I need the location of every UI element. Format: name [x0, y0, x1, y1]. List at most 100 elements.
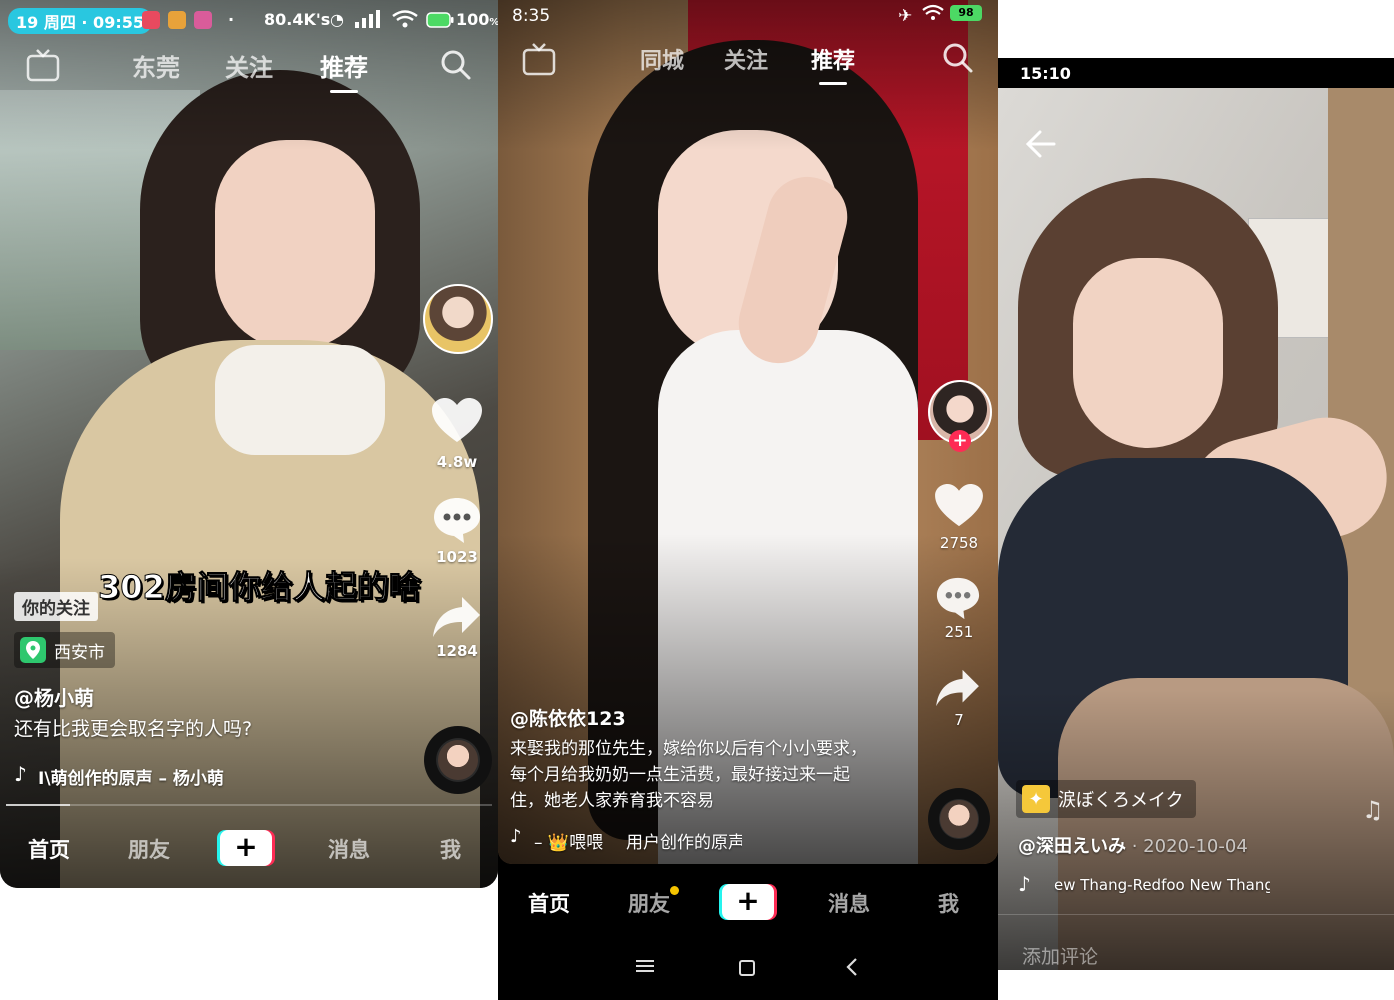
video-description: 来娶我的那位先生，嫁给你以后有个小小要求，每个月给我奶奶一点生活费，最好接过来一…	[510, 739, 867, 811]
video-overlay-text: 302房间你给人起的啥	[98, 568, 422, 607]
nav-friends[interactable]: 朋友	[628, 888, 670, 918]
comment-input[interactable]: 添加评论	[1022, 942, 1098, 969]
tab-recommend[interactable]: 推荐	[320, 48, 368, 93]
like-count: 4.8w	[436, 453, 478, 471]
app-notification-icon	[194, 11, 212, 29]
live-icon[interactable]	[522, 42, 556, 76]
creator-handle[interactable]: @杨小萌	[14, 682, 94, 711]
music-title[interactable]: 用户创作的原声	[626, 828, 742, 853]
tab-underline	[330, 90, 358, 93]
music-note-icon[interactable]: ♫	[1362, 796, 1384, 824]
creator-handle-text: @深田えいみ	[1018, 836, 1126, 857]
post-date: · 2020-10-04	[1126, 836, 1248, 857]
battery-icon	[426, 12, 454, 32]
nav-friends[interactable]: 朋友	[128, 834, 170, 864]
nav-messages[interactable]: 消息	[328, 834, 370, 864]
airplane-icon: ✈	[898, 6, 913, 26]
phone-screen-2: 8:35 ✈ 98 同城 关注 推荐 + 2758 251 7 @陈依依123 …	[498, 0, 998, 1000]
status-time: 8:35	[512, 6, 551, 26]
music-artist: – 👑喂喂	[534, 833, 604, 853]
tab-recommend-label: 推荐	[811, 49, 856, 74]
share-icon[interactable]	[935, 668, 981, 712]
location-label: 西安市	[54, 642, 105, 663]
location-chip[interactable]: 西安市	[14, 632, 115, 668]
progress-track[interactable]	[6, 804, 492, 806]
lace-collar	[215, 345, 385, 455]
tiktok-music-icon: ♪	[1018, 872, 1031, 896]
wifi-icon	[392, 10, 418, 32]
heart-icon[interactable]	[432, 398, 482, 448]
network-speed: 80.4K's	[264, 10, 331, 29]
plus-icon: +	[220, 830, 272, 866]
progress-fill	[6, 804, 70, 806]
friends-unread-dot	[670, 886, 679, 895]
nav-home[interactable]: 首页	[28, 834, 70, 864]
app-notification-icon	[142, 11, 160, 29]
back-chevron-icon[interactable]	[846, 958, 858, 980]
location-pin-icon	[20, 637, 46, 663]
status-bar: 15:10	[998, 58, 1394, 88]
search-icon[interactable]	[942, 42, 974, 74]
music-disc[interactable]	[928, 788, 990, 850]
music-cover	[940, 800, 978, 838]
menu-icon[interactable]	[636, 958, 654, 978]
comment-icon[interactable]	[935, 576, 981, 624]
face-shape	[1073, 258, 1223, 448]
tab-recommend-label: 推荐	[320, 54, 368, 82]
tab-nearby[interactable]: 同城	[640, 43, 684, 75]
tab-city[interactable]: 东莞	[132, 48, 180, 83]
wifi-icon	[922, 4, 944, 27]
effect-label: 涙ぼくろメイク	[1058, 790, 1184, 811]
nav-home[interactable]: 首页	[528, 888, 570, 918]
live-icon[interactable]	[26, 48, 60, 82]
signal-icon	[355, 10, 381, 32]
creator-handle[interactable]: @陈依依123	[510, 704, 626, 731]
following-tag: 你的关注	[14, 592, 98, 621]
home-square-icon[interactable]	[739, 960, 755, 976]
phone-screen-1: 19 周四 · 09:55 · 80.4K's ◔ 100% 东莞 关注 推荐 …	[0, 0, 498, 888]
battery-indicator: 98	[950, 5, 982, 21]
create-button[interactable]: +	[719, 884, 777, 920]
music-title[interactable]: I\萌创作的原声 – 杨小萌	[38, 764, 224, 789]
status-bar: 19 周四 · 09:55 · 80.4K's ◔ 100%	[0, 0, 498, 40]
like-count: 2758	[939, 534, 979, 552]
status-time: 15:10	[1020, 64, 1071, 83]
battery-percent: 100%	[456, 10, 498, 29]
tab-recommend[interactable]: 推荐	[811, 43, 856, 85]
heart-icon[interactable]	[935, 484, 983, 532]
alarm-icon: ◔	[330, 10, 344, 29]
nav-me[interactable]: 我	[938, 888, 959, 918]
battery-value: 100	[456, 10, 490, 29]
share-count: 1284	[436, 642, 478, 660]
effect-sparkle-icon: ✦	[1022, 785, 1050, 813]
create-button[interactable]: +	[217, 830, 275, 866]
tab-following[interactable]: 关注	[225, 48, 273, 83]
tab-underline	[819, 82, 847, 85]
app-notification-icon	[168, 11, 186, 29]
follow-plus-button[interactable]: +	[949, 430, 971, 452]
effect-chip[interactable]: ✦ 涙ぼくろメイク	[1016, 780, 1196, 818]
nav-messages[interactable]: 消息	[828, 888, 870, 918]
music-note-icon: ♪	[14, 762, 27, 786]
back-arrow-icon[interactable]	[1025, 130, 1056, 162]
dot-icon: ·	[228, 10, 235, 29]
creator-avatar[interactable]	[423, 284, 493, 354]
music-note-icon: ♪	[510, 826, 522, 847]
search-icon[interactable]	[440, 49, 472, 81]
divider	[998, 914, 1394, 915]
comment-count: 1023	[436, 548, 478, 566]
music-disc[interactable]	[424, 726, 492, 794]
share-count: 7	[954, 711, 964, 729]
comment-icon[interactable]	[432, 496, 482, 548]
status-bar: 8:35 ✈ 98	[498, 0, 998, 40]
video-area: 8:35 ✈ 98 同城 关注 推荐 + 2758 251 7 @陈依依123 …	[498, 0, 998, 864]
tab-following[interactable]: 关注	[724, 43, 768, 75]
music-title[interactable]: ew Thang-Redfoo New Thang	[1054, 876, 1270, 894]
comment-count: 251	[944, 623, 974, 641]
nav-me[interactable]: 我	[440, 834, 461, 864]
video-description: 还有比我更会取名字的人吗?	[14, 718, 253, 740]
creator-handle[interactable]: @深田えいみ · 2020-10-04	[1018, 832, 1248, 858]
face-shape	[215, 140, 375, 350]
share-icon[interactable]	[432, 595, 482, 643]
status-time: 19 周四 · 09:55	[8, 8, 152, 34]
